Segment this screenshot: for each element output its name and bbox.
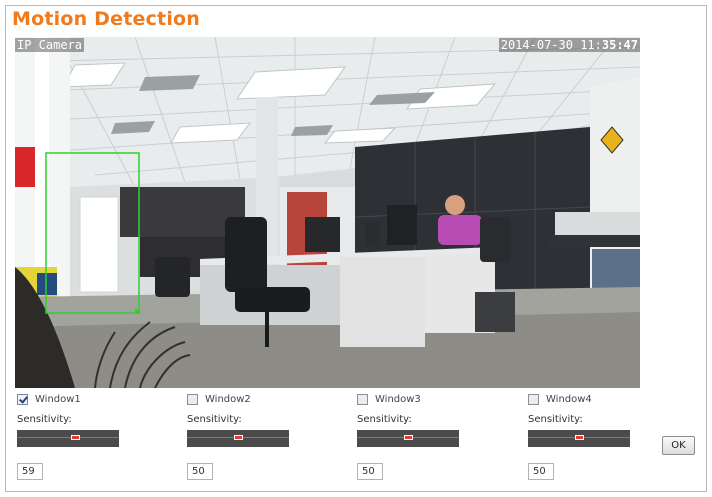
motion-window-resize-handle[interactable] [135,309,140,314]
zone-window4: Window4 Sensitivity: 50 [528,392,643,480]
window4-slider-thumb[interactable] [575,435,584,440]
window1-label: Window1 [35,393,81,405]
window1-sensitivity-slider[interactable] [17,430,119,447]
window1-toggle[interactable]: Window1 [17,392,132,407]
page-title: Motion Detection [12,8,201,30]
window2-sensitivity-value[interactable]: 50 [187,463,213,480]
window3-toggle[interactable]: Window3 [357,392,472,407]
ok-button[interactable]: OK [662,436,695,455]
window4-toggle[interactable]: Window4 [528,392,643,407]
window3-sensitivity-value[interactable]: 50 [357,463,383,480]
window4-checkbox[interactable] [528,394,539,405]
camera-name-overlay: IP Camera [15,38,85,52]
window2-label: Window2 [205,393,251,405]
window4-sensitivity-value[interactable]: 50 [528,463,554,480]
zone-window1: Window1 Sensitivity: 59 [17,392,132,480]
window2-sensitivity-slider[interactable] [187,430,289,447]
window4-sensitivity-slider[interactable] [528,430,630,447]
window2-checkbox[interactable] [187,394,198,405]
camera-video-feed: IP Camera 2014-07-30 11:35:47 [15,37,640,388]
window1-sensitivity-value[interactable]: 59 [17,463,43,480]
window1-sensitivity-label: Sensitivity: [17,414,72,425]
window3-sensitivity-label: Sensitivity: [357,414,412,425]
window3-checkbox[interactable] [357,394,368,405]
timestamp-overlay: 2014-07-30 11:35:47 [498,38,640,52]
zone-window3: Window3 Sensitivity: 50 [357,392,472,480]
window3-label: Window3 [375,393,421,405]
zone-window2: Window2 Sensitivity: 50 [187,392,302,480]
window3-slider-thumb[interactable] [404,435,413,440]
window2-toggle[interactable]: Window2 [187,392,302,407]
window1-checkbox[interactable] [17,394,28,405]
window2-slider-thumb[interactable] [234,435,243,440]
office-scene-image [15,37,640,388]
window4-sensitivity-label: Sensitivity: [528,414,583,425]
window1-slider-thumb[interactable] [71,435,80,440]
window3-sensitivity-slider[interactable] [357,430,459,447]
window4-label: Window4 [546,393,592,405]
window2-sensitivity-label: Sensitivity: [187,414,242,425]
